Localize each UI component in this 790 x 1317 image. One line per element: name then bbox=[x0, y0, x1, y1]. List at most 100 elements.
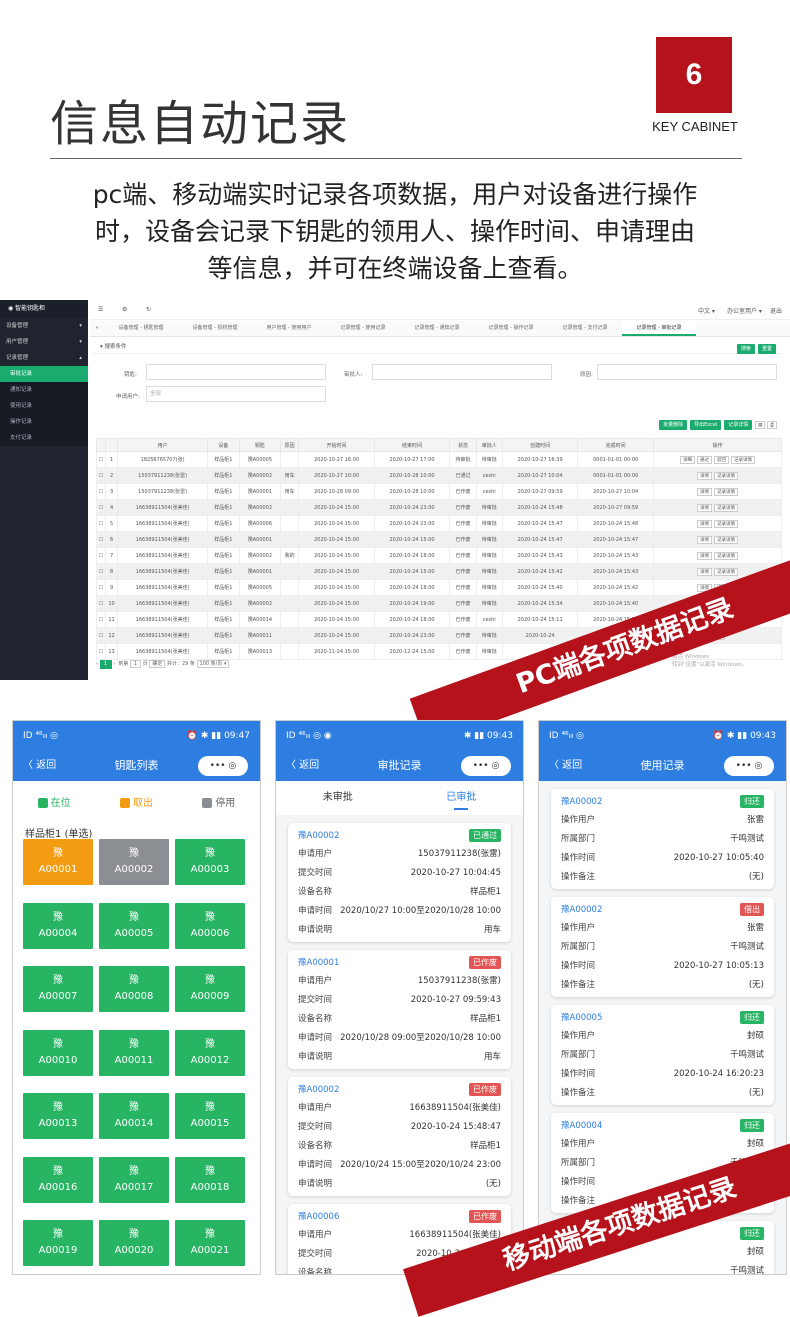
action-button[interactable]: 详情 bbox=[696, 519, 712, 528]
menu-toggle-icon[interactable]: ☰ bbox=[98, 306, 103, 313]
tab-active[interactable]: 记录管理 - 审批记录 bbox=[622, 321, 696, 336]
row-checkbox[interactable]: ☐ bbox=[96, 611, 106, 628]
tab[interactable]: 设备管理 - 钥匙管理 bbox=[104, 321, 178, 336]
back-button[interactable]: 〈 返回 bbox=[286, 751, 319, 781]
key-tile[interactable]: 豫 A00004 bbox=[23, 902, 93, 949]
user-menu[interactable]: 办公室用户 ▾ bbox=[727, 306, 762, 315]
reason-input[interactable] bbox=[597, 364, 777, 380]
key-tile[interactable]: 豫 A00014 bbox=[99, 1093, 169, 1139]
action-button[interactable]: 记录详情 bbox=[713, 551, 738, 560]
logout-link[interactable]: 退出 bbox=[770, 306, 782, 315]
record-card[interactable]: 豫A00002 已通过 申请用户 15037911238(张雷) 提交时间 2020-10… bbox=[288, 823, 511, 942]
record-card[interactable]: 豫A00005 归还 操作用户 封硕 所属部门 千鸣测试 操作时间 2020-10-24 16… bbox=[551, 1005, 774, 1105]
key-tile[interactable]: 豫 A00003 bbox=[175, 839, 245, 885]
action-button[interactable]: 详情 bbox=[696, 567, 712, 576]
row-checkbox[interactable]: ☐ bbox=[96, 627, 106, 644]
key-tile[interactable]: 豫 A00008 bbox=[99, 966, 169, 1012]
action-button[interactable]: 详情 bbox=[696, 503, 712, 512]
action-button[interactable]: 通过 bbox=[696, 455, 712, 464]
tab-pending[interactable]: 未审批 bbox=[276, 781, 400, 815]
action-button[interactable]: 记录详情 bbox=[713, 567, 738, 576]
record-card[interactable]: 豫A00002 已作废 申请用户 16638911504(张美佳) 提交时间 2020-1… bbox=[288, 1077, 511, 1196]
action-button[interactable]: 详情 bbox=[696, 487, 712, 496]
tab[interactable]: 设备管理 - 授权管理 bbox=[178, 321, 252, 336]
export-excel-button[interactable]: 导出Excel bbox=[690, 420, 722, 430]
row-checkbox[interactable]: ☐ bbox=[96, 483, 106, 500]
action-button[interactable]: 记录详情 bbox=[713, 471, 738, 480]
key-tile[interactable]: 豫 A00017 bbox=[99, 1156, 169, 1203]
per-page-select[interactable]: 100 条/页 ▾ bbox=[196, 660, 230, 668]
goto-confirm-button[interactable]: 确定 bbox=[149, 660, 166, 668]
key-tile[interactable]: 豫 A00010 bbox=[23, 1029, 93, 1076]
back-button[interactable]: 〈 返回 bbox=[23, 751, 56, 781]
sidebar-item-records[interactable]: 记录管理 ▴ bbox=[0, 350, 88, 366]
sidebar-subitem-usage[interactable]: 使用记录 bbox=[0, 398, 88, 414]
action-button[interactable]: 详细 bbox=[679, 455, 695, 464]
page-1[interactable]: 1 bbox=[99, 660, 112, 669]
capsule-menu[interactable]: ••• ◎ bbox=[461, 756, 511, 776]
lang-select[interactable]: 中文 ▾ bbox=[698, 306, 715, 315]
key-tile[interactable]: 豫 A00020 bbox=[99, 1220, 169, 1266]
sidebar-item-device[interactable]: 设备管理 ▾ bbox=[0, 318, 88, 334]
row-checkbox[interactable]: ☐ bbox=[96, 515, 106, 532]
approver-input[interactable] bbox=[372, 364, 552, 380]
record-detail-button[interactable]: 记录详情 bbox=[724, 420, 753, 430]
row-checkbox[interactable]: ☐ bbox=[96, 467, 106, 484]
reset-button[interactable]: 重置 bbox=[757, 344, 776, 354]
key-tile[interactable]: 豫 A00005 bbox=[99, 902, 169, 949]
tab[interactable]: 用户管理 - 使用用户 bbox=[252, 321, 326, 336]
gear-icon[interactable]: ⚙ bbox=[122, 306, 127, 313]
sidebar-item-user[interactable]: 用户管理 ▾ bbox=[0, 334, 88, 350]
select-all-checkbox[interactable] bbox=[96, 438, 106, 452]
key-tile[interactable]: 豫 A00012 bbox=[175, 1029, 245, 1076]
action-button[interactable]: 记录详情 bbox=[730, 455, 755, 464]
action-button[interactable]: 驳回 bbox=[713, 455, 729, 464]
sidebar-subitem-notify[interactable]: 通知记录 bbox=[0, 382, 88, 398]
record-card[interactable]: 豫A00001 已作废 申请用户 15037911238(张雷) 提交时间 2020-10… bbox=[288, 950, 511, 1069]
tab[interactable]: 记录管理 - 使用记录 bbox=[326, 321, 400, 336]
applicant-select[interactable]: 全部 bbox=[146, 386, 326, 402]
tabs-left-icon[interactable]: « bbox=[90, 321, 104, 336]
tab[interactable]: 记录管理 - 操作记录 bbox=[474, 321, 548, 336]
sidebar-subitem-payment[interactable]: 支付记录 bbox=[0, 430, 88, 446]
tab[interactable]: 记录管理 - 支付记录 bbox=[548, 321, 622, 336]
action-button[interactable]: 详情 bbox=[696, 471, 712, 480]
print-icon[interactable]: ⎙ bbox=[767, 421, 777, 429]
back-button[interactable]: 〈 返回 bbox=[549, 751, 582, 781]
search-button[interactable]: 搜索 bbox=[736, 344, 755, 354]
next-page[interactable]: › bbox=[113, 661, 115, 667]
key-tile[interactable]: 豫 A00009 bbox=[175, 966, 245, 1012]
row-checkbox[interactable]: ☐ bbox=[96, 499, 106, 516]
goto-input[interactable]: 1 bbox=[129, 660, 142, 668]
batch-delete-button[interactable]: 批量删除 bbox=[659, 420, 688, 430]
action-button[interactable]: 记录详情 bbox=[713, 535, 738, 544]
record-card[interactable]: 豫A00002 借出 操作用户 张雷 所属部门 千鸣测试 操作时间 2020-10-27 10… bbox=[551, 897, 774, 997]
refresh-icon[interactable]: ↻ bbox=[146, 306, 151, 313]
row-checkbox[interactable]: ☐ bbox=[96, 531, 106, 548]
key-tile[interactable]: 豫 A00019 bbox=[23, 1220, 93, 1266]
key-tile[interactable]: 豫 A00001 bbox=[23, 839, 93, 885]
action-button[interactable]: 记录详情 bbox=[713, 487, 738, 496]
action-button[interactable]: 记录详情 bbox=[713, 503, 738, 512]
columns-icon[interactable]: ▤ bbox=[755, 421, 766, 429]
capsule-menu[interactable]: ••• ◎ bbox=[198, 756, 248, 776]
action-button[interactable]: 记录详情 bbox=[713, 519, 738, 528]
tab-approved[interactable]: 已审批 bbox=[400, 781, 524, 815]
key-tile[interactable]: 豫 A00013 bbox=[23, 1093, 93, 1139]
sidebar-subitem-approval[interactable]: 审批记录 bbox=[0, 366, 88, 382]
key-tile[interactable]: 豫 A00015 bbox=[175, 1093, 245, 1139]
row-checkbox[interactable]: ☐ bbox=[96, 547, 106, 564]
capsule-menu[interactable]: ••• ◎ bbox=[724, 756, 774, 776]
row-checkbox[interactable]: ☐ bbox=[96, 451, 106, 468]
key-tile[interactable]: 豫 A00018 bbox=[175, 1156, 245, 1203]
key-tile[interactable]: 豫 A00016 bbox=[23, 1156, 93, 1203]
action-button[interactable]: 详情 bbox=[696, 551, 712, 560]
sidebar-subitem-operation[interactable]: 操作记录 bbox=[0, 414, 88, 430]
key-tile[interactable]: 豫 A00021 bbox=[175, 1220, 245, 1266]
key-tile[interactable]: 豫 A00006 bbox=[175, 902, 245, 949]
key-tile[interactable]: 豫 A00002 bbox=[99, 839, 169, 885]
key-tile[interactable]: 豫 A00011 bbox=[99, 1029, 169, 1076]
key-tile[interactable]: 豫 A00007 bbox=[23, 966, 93, 1012]
prev-page[interactable]: ‹ bbox=[96, 661, 98, 667]
row-checkbox[interactable]: ☐ bbox=[96, 643, 106, 660]
